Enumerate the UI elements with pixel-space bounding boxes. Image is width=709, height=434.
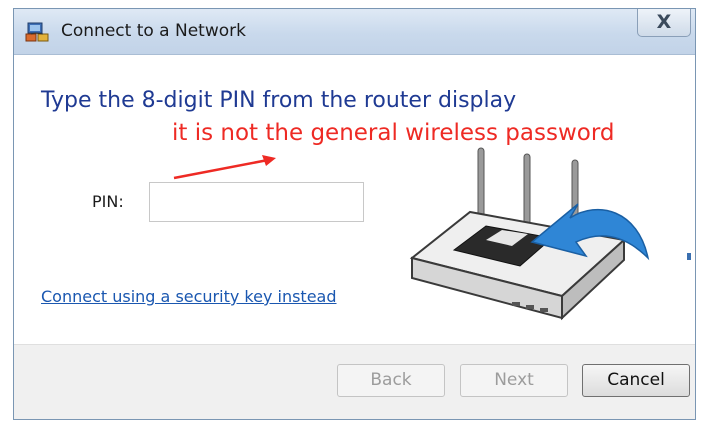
pin-label: PIN: (92, 192, 124, 211)
annotation-note: it is not the general wireless password (172, 120, 615, 146)
instruction-heading: Type the 8-digit PIN from the router dis… (41, 88, 517, 113)
window-title: Connect to a Network (61, 21, 246, 41)
close-button[interactable]: X (637, 9, 691, 37)
title-bar[interactable]: Connect to a Network X (14, 9, 695, 55)
router-illustration (409, 147, 650, 321)
network-icon (25, 22, 49, 42)
dialog-footer: Back Next Cancel (14, 344, 695, 419)
connect-dialog: Connect to a Network X Type the 8-digit … (13, 8, 696, 420)
back-button[interactable]: Back (337, 364, 445, 397)
security-key-link[interactable]: Connect using a security key instead (41, 287, 337, 306)
annotation-arrow-icon (173, 155, 276, 180)
next-button[interactable]: Next (460, 364, 568, 397)
pin-input[interactable] (149, 182, 364, 222)
edge-resize-handle (687, 253, 691, 260)
cancel-button[interactable]: Cancel (582, 364, 690, 397)
close-icon: X (656, 11, 672, 33)
